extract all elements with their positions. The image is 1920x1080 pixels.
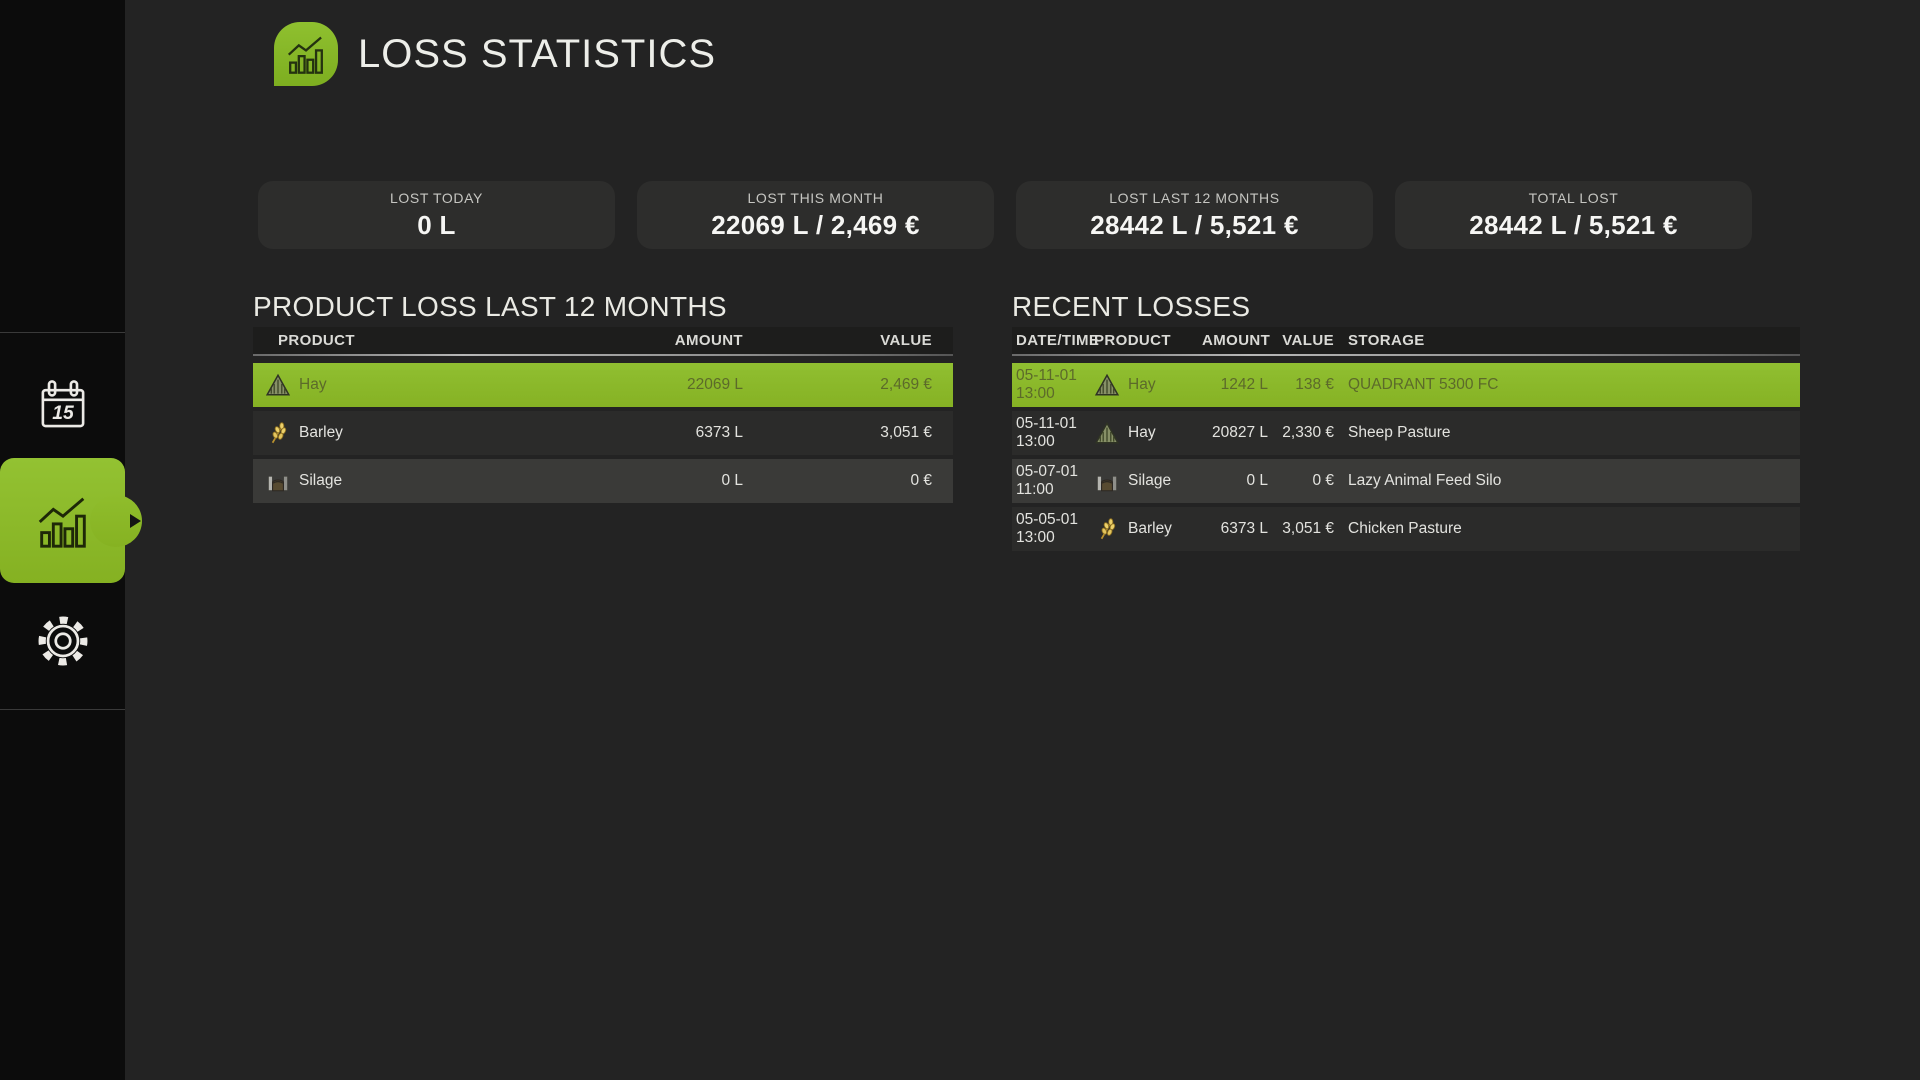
recent-losses-title: RECENT LOSSES: [1012, 290, 1800, 324]
header-underline: [253, 354, 953, 356]
amount-cell: 0 L: [1202, 472, 1268, 490]
product-loss-panel: PRODUCT LOSS LAST 12 MONTHS PRODUCT AMOU…: [253, 290, 953, 503]
product-name: Silage: [299, 472, 342, 490]
datetime-cell: 05-07-01 11:00: [1016, 463, 1094, 499]
sidebar: 15: [0, 0, 125, 1080]
column-header-value: VALUE: [743, 332, 932, 349]
bar-chart-icon: [32, 490, 94, 552]
stat-label: TOTAL LOST: [1529, 190, 1619, 206]
value-cell: 3,051 €: [1268, 520, 1334, 538]
storage-cell: Lazy Animal Feed Silo: [1334, 472, 1800, 490]
sidebar-divider: [0, 709, 125, 710]
product-name: Hay: [1128, 376, 1156, 394]
column-header-value: VALUE: [1268, 332, 1334, 349]
value-cell: 0 €: [743, 472, 932, 490]
product-loss-rows: Hay 22069 L2,469 € Barley 6373 L3,051 € Sila…: [253, 363, 953, 503]
hay-icon: [265, 372, 291, 398]
product-loss-header-row: PRODUCT AMOUNT VALUE: [253, 327, 953, 354]
product-cell: Barley: [253, 420, 493, 446]
recent-loss-row[interactable]: 05-11-01 13:00 Hay 1242 L138 €QUADRANT 530…: [1012, 363, 1800, 407]
hay-icon: [1094, 420, 1120, 446]
stat-value: 28442 L / 5,521 €: [1469, 210, 1677, 241]
column-header-storage: STORAGE: [1334, 332, 1800, 349]
datetime-cell: 05-11-01 13:00: [1016, 415, 1094, 451]
stat-card-total-lost: TOTAL LOST 28442 L / 5,521 €: [1395, 181, 1752, 249]
product-cell: Silage: [253, 468, 493, 494]
product-loss-row[interactable]: Hay 22069 L2,469 €: [253, 363, 953, 407]
amount-cell: 6373 L: [493, 424, 743, 442]
product-name: Silage: [1128, 472, 1171, 490]
product-loss-row[interactable]: Silage 0 L0 €: [253, 459, 953, 503]
calendar-icon: 15: [35, 377, 91, 433]
amount-cell: 22069 L: [493, 376, 743, 394]
value-cell: 2,469 €: [743, 376, 932, 394]
value-cell: 3,051 €: [743, 424, 932, 442]
bar-chart-leaf-icon: [283, 31, 329, 77]
column-header-product: PRODUCT: [1094, 332, 1202, 349]
product-cell: Barley: [1094, 516, 1202, 542]
amount-cell: 6373 L: [1202, 520, 1268, 538]
recent-losses-panel: RECENT LOSSES DATE/TIME PRODUCT AMOUNT V…: [1012, 290, 1800, 551]
storage-cell: Chicken Pasture: [1334, 520, 1800, 538]
stat-value: 22069 L / 2,469 €: [711, 210, 919, 241]
sidebar-item-settings[interactable]: [0, 596, 125, 686]
storage-cell: QUADRANT 5300 FC: [1334, 376, 1800, 394]
recent-losses-header-row: DATE/TIME PRODUCT AMOUNT VALUE STORAGE: [1012, 327, 1800, 354]
recent-losses-rows: 05-11-01 13:00 Hay 1242 L138 €QUADRANT 530…: [1012, 363, 1800, 551]
product-loss-title: PRODUCT LOSS LAST 12 MONTHS: [253, 290, 953, 324]
amount-cell: 0 L: [493, 472, 743, 490]
product-name: Hay: [299, 376, 327, 394]
barley-icon: [265, 420, 291, 446]
value-cell: 2,330 €: [1268, 424, 1334, 442]
amount-cell: 1242 L: [1202, 376, 1268, 394]
svg-text:15: 15: [52, 403, 74, 424]
sidebar-divider: [0, 332, 125, 333]
header-underline: [1012, 354, 1800, 356]
sidebar-item-calendar[interactable]: 15: [0, 360, 125, 450]
gear-icon: [34, 612, 92, 670]
recent-loss-row[interactable]: 05-11-01 13:00 Hay 20827 L2,330 €Sheep Pas…: [1012, 411, 1800, 455]
product-cell: Silage: [1094, 468, 1202, 494]
product-loss-row[interactable]: Barley 6373 L3,051 €: [253, 411, 953, 455]
recent-loss-row[interactable]: 05-05-01 13:00 Barley 6373 L3,051 €Chicken…: [1012, 507, 1800, 551]
product-name: Hay: [1128, 424, 1156, 442]
value-cell: 138 €: [1268, 376, 1334, 394]
datetime-cell: 05-11-01 13:00: [1016, 367, 1094, 403]
datetime-cell: 05-05-01 13:00: [1016, 511, 1094, 547]
column-header-amount: AMOUNT: [493, 332, 743, 349]
product-cell: Hay: [1094, 420, 1202, 446]
stat-card-lost-last-12-months: LOST LAST 12 MONTHS 28442 L / 5,521 €: [1016, 181, 1373, 249]
stat-label: LOST TODAY: [390, 190, 483, 206]
product-name: Barley: [1128, 520, 1172, 538]
sidebar-item-statistics[interactable]: [0, 458, 125, 583]
hay-icon: [1094, 372, 1120, 398]
recent-loss-row[interactable]: 05-07-01 11:00 Silage 0 L0 €Lazy Animal Fe…: [1012, 459, 1800, 503]
stat-value: 28442 L / 5,521 €: [1090, 210, 1298, 241]
product-name: Barley: [299, 424, 343, 442]
stat-card-lost-today: LOST TODAY 0 L: [258, 181, 615, 249]
loss-statistics-app-icon: [274, 22, 338, 86]
page-title: LOSS STATISTICS: [358, 22, 716, 86]
loss-statistics-screen: { "header": { "title": "LOSS STATISTICS"…: [0, 0, 1920, 1080]
storage-cell: Sheep Pasture: [1334, 424, 1800, 442]
stat-label: LOST LAST 12 MONTHS: [1109, 190, 1279, 206]
amount-cell: 20827 L: [1202, 424, 1268, 442]
column-header-amount: AMOUNT: [1202, 332, 1268, 349]
stat-label: LOST THIS MONTH: [747, 190, 883, 206]
stat-value: 0 L: [417, 210, 455, 241]
product-cell: Hay: [253, 372, 493, 398]
product-cell: Hay: [1094, 372, 1202, 398]
barley-icon: [1094, 516, 1120, 542]
value-cell: 0 €: [1268, 472, 1334, 490]
silage-icon: [265, 468, 291, 494]
stat-card-lost-this-month: LOST THIS MONTH 22069 L / 2,469 €: [637, 181, 994, 249]
silage-icon: [1094, 468, 1120, 494]
column-header-datetime: DATE/TIME: [1016, 332, 1094, 349]
active-tab-arrow-icon: [130, 514, 141, 528]
column-header-product: PRODUCT: [253, 332, 493, 349]
